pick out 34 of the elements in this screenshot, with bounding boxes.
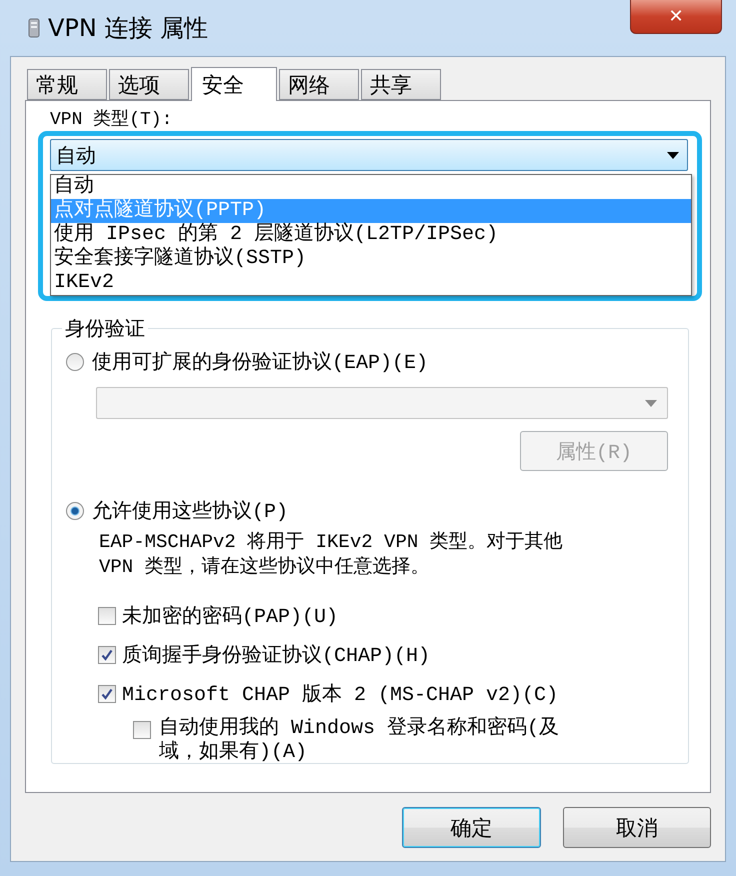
- radio-button[interactable]: [66, 502, 84, 520]
- caret-icon: [645, 400, 657, 406]
- dialog-button[interactable]: 确定: [402, 807, 541, 848]
- checkbox[interactable]: [98, 646, 116, 664]
- tab[interactable]: 共享: [361, 69, 441, 100]
- dropdown-option[interactable]: 自动: [51, 175, 691, 199]
- checkbox-label: 未加密的密码(PAP)(U): [122, 604, 338, 629]
- protocol-note: EAP-MSCHAPv2 将用于 IKEv2 VPN 类型。对于其他 VPN 类型，请在这些协议中任意选择。: [99, 530, 564, 580]
- checkbox[interactable]: [98, 606, 116, 624]
- close-button[interactable]: ✕: [630, 0, 722, 34]
- checkbox-label: 质询握手身份验证协议(CHAP)(H): [122, 643, 430, 668]
- radio-label: 允许使用这些协议(P): [92, 499, 288, 524]
- vpn-type-label: VPN 类型(T):: [50, 108, 174, 128]
- check-icon: [101, 648, 113, 660]
- dropdown-option[interactable]: 使用 IPsec 的第 2 层隧道协议(L2TP/IPSec): [51, 223, 691, 247]
- caret-icon: [667, 152, 679, 158]
- network-device-icon: [28, 17, 40, 39]
- checkbox-label: 自动使用我的 Windows 登录名称和密码(及域，如果有)(A): [159, 717, 560, 765]
- tab[interactable]: 常规: [27, 69, 107, 100]
- group-title: 身份验证: [64, 318, 146, 342]
- window-title: VPN 连接 属性: [48, 13, 208, 44]
- tab[interactable]: 安全: [191, 67, 277, 101]
- check-icon: [101, 688, 113, 700]
- radio-button[interactable]: [66, 352, 84, 370]
- checkbox-label: Microsoft CHAP 版本 2 (MS-CHAP v2)(C): [122, 682, 558, 707]
- radio-label: 使用可扩展的身份验证协议(EAP)(E): [92, 350, 428, 375]
- dialog-button[interactable]: 取消: [563, 807, 711, 848]
- vpn-type-dropdown[interactable]: 自动: [50, 139, 688, 171]
- tab[interactable]: 网络: [279, 69, 359, 100]
- dropdown-option[interactable]: 安全套接字隧道协议(SSTP): [51, 247, 691, 271]
- dropdown-option[interactable]: IKEv2: [51, 271, 691, 295]
- checkbox[interactable]: [98, 684, 116, 702]
- tab[interactable]: 选项: [109, 69, 189, 100]
- checkbox[interactable]: [133, 721, 151, 739]
